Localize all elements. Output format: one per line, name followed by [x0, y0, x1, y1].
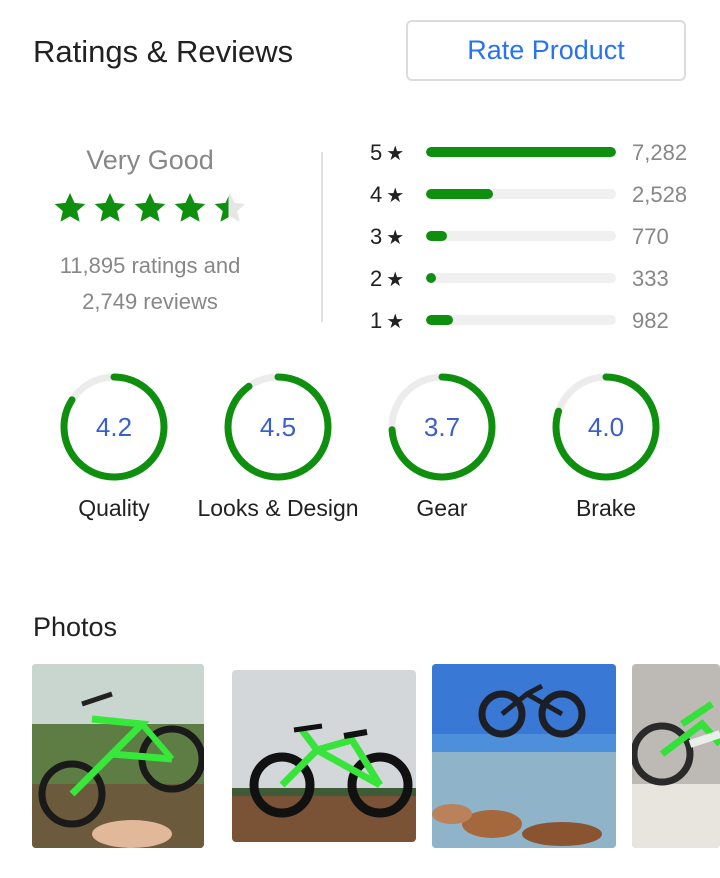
star-level-number: 1: [370, 308, 383, 333]
aspect-name: Gear: [416, 495, 468, 521]
rating-distribution: 5 ★ 7,282 4 ★ 2,528 3 ★ 770 2 ★ 333 1 ★ 982: [370, 138, 710, 348]
distribution-bar-fill: [426, 273, 436, 283]
star-icon: [174, 193, 206, 222]
star-level: 2 ★: [370, 266, 404, 292]
rating-summary: Very Good 11,895 ratings and 2,749 revie…: [40, 145, 260, 320]
distribution-count: 982: [632, 308, 669, 333]
star-level-number: 5: [370, 140, 383, 165]
aspect-name: Looks & Design: [197, 495, 359, 521]
star-icon: ★: [386, 269, 405, 291]
distribution-count: 770: [632, 224, 669, 249]
star-level-number: 4: [370, 182, 383, 207]
aspect-rating[interactable]: 4.0 Brake: [524, 372, 688, 523]
star-icon: ★: [386, 311, 405, 333]
distribution-row: 4 ★ 2,528: [370, 180, 710, 222]
star-level: 1 ★: [370, 308, 404, 334]
distribution-bar-fill: [426, 147, 616, 157]
reviews-count-text: 2,749 reviews: [82, 289, 218, 314]
distribution-count: 333: [632, 266, 669, 291]
distribution-row: 2 ★ 333: [370, 264, 710, 306]
distribution-row: 5 ★ 7,282: [370, 138, 710, 180]
bicycle-photo-4: [632, 664, 720, 848]
star-level-number: 2: [370, 266, 383, 291]
score-ring: 4.2: [59, 372, 169, 482]
star-rating: [40, 190, 260, 230]
distribution-bar: [426, 273, 616, 283]
distribution-bar-fill: [426, 189, 493, 199]
aspect-score: 4.5: [259, 411, 297, 442]
aspect-rating[interactable]: 3.7 Gear: [360, 372, 524, 523]
distribution-row: 1 ★ 982: [370, 306, 710, 348]
distribution-row: 3 ★ 770: [370, 222, 710, 264]
distribution-count: 2,528: [632, 182, 688, 207]
distribution-bar-fill: [426, 231, 447, 241]
section-title: Ratings & Reviews: [33, 34, 294, 69]
star-level: 3 ★: [370, 224, 404, 250]
distribution-bar: [426, 315, 616, 325]
bicycle-photo-1: [32, 664, 204, 848]
distribution-bar-fill: [426, 315, 453, 325]
star-level-number: 3: [370, 224, 383, 249]
distribution-bar: [426, 147, 616, 157]
photo-thumbnail[interactable]: [232, 670, 416, 842]
photo-thumbnail[interactable]: [32, 664, 204, 848]
star-level: 5 ★: [370, 140, 404, 166]
star-icon: ★: [386, 185, 405, 207]
rating-verdict: Very Good: [86, 145, 214, 175]
aspect-score: 4.0: [587, 411, 625, 442]
aspect-name: Quality: [78, 495, 150, 521]
distribution-bar: [426, 189, 616, 199]
distribution-bar: [426, 231, 616, 241]
aspect-rating[interactable]: 4.5 Looks & Design: [196, 372, 360, 523]
aspect-score: 4.2: [95, 411, 133, 442]
rate-product-button[interactable]: Rate Product: [406, 20, 686, 81]
star-icon: [134, 193, 166, 222]
aspect-name: Brake: [575, 495, 637, 521]
bicycle-photo-2: [232, 670, 416, 842]
score-ring: 4.5: [223, 372, 333, 482]
vertical-divider: [321, 152, 323, 322]
score-ring: 3.7: [387, 372, 497, 482]
distribution-count: 7,282: [632, 140, 688, 165]
star-icon: [54, 193, 86, 222]
ratings-count: 11,895 ratings and 2,749 reviews: [40, 248, 260, 320]
ratings-header: Ratings & Reviews Rate Product: [0, 0, 720, 110]
half-star-icon: [214, 193, 246, 222]
aspect-rating[interactable]: 4.2 Quality: [32, 372, 196, 523]
star-icon: [94, 193, 126, 222]
photos-title: Photos: [33, 612, 118, 642]
bicycle-photo-3: [432, 664, 616, 848]
aspect-score: 3.7: [423, 411, 461, 442]
score-ring: 4.0: [551, 372, 661, 482]
photo-thumbnail[interactable]: [632, 664, 720, 848]
star-icon: ★: [386, 143, 405, 165]
star-level: 4 ★: [370, 182, 404, 208]
star-icon: ★: [386, 227, 405, 249]
aspect-ratings: 4.2 Quality 4.5 Looks & Design 3.7 Gear 4.0 Bra…: [0, 372, 720, 562]
ratings-count-text: 11,895 ratings and: [59, 253, 241, 278]
photo-thumbnail[interactable]: [432, 664, 616, 848]
